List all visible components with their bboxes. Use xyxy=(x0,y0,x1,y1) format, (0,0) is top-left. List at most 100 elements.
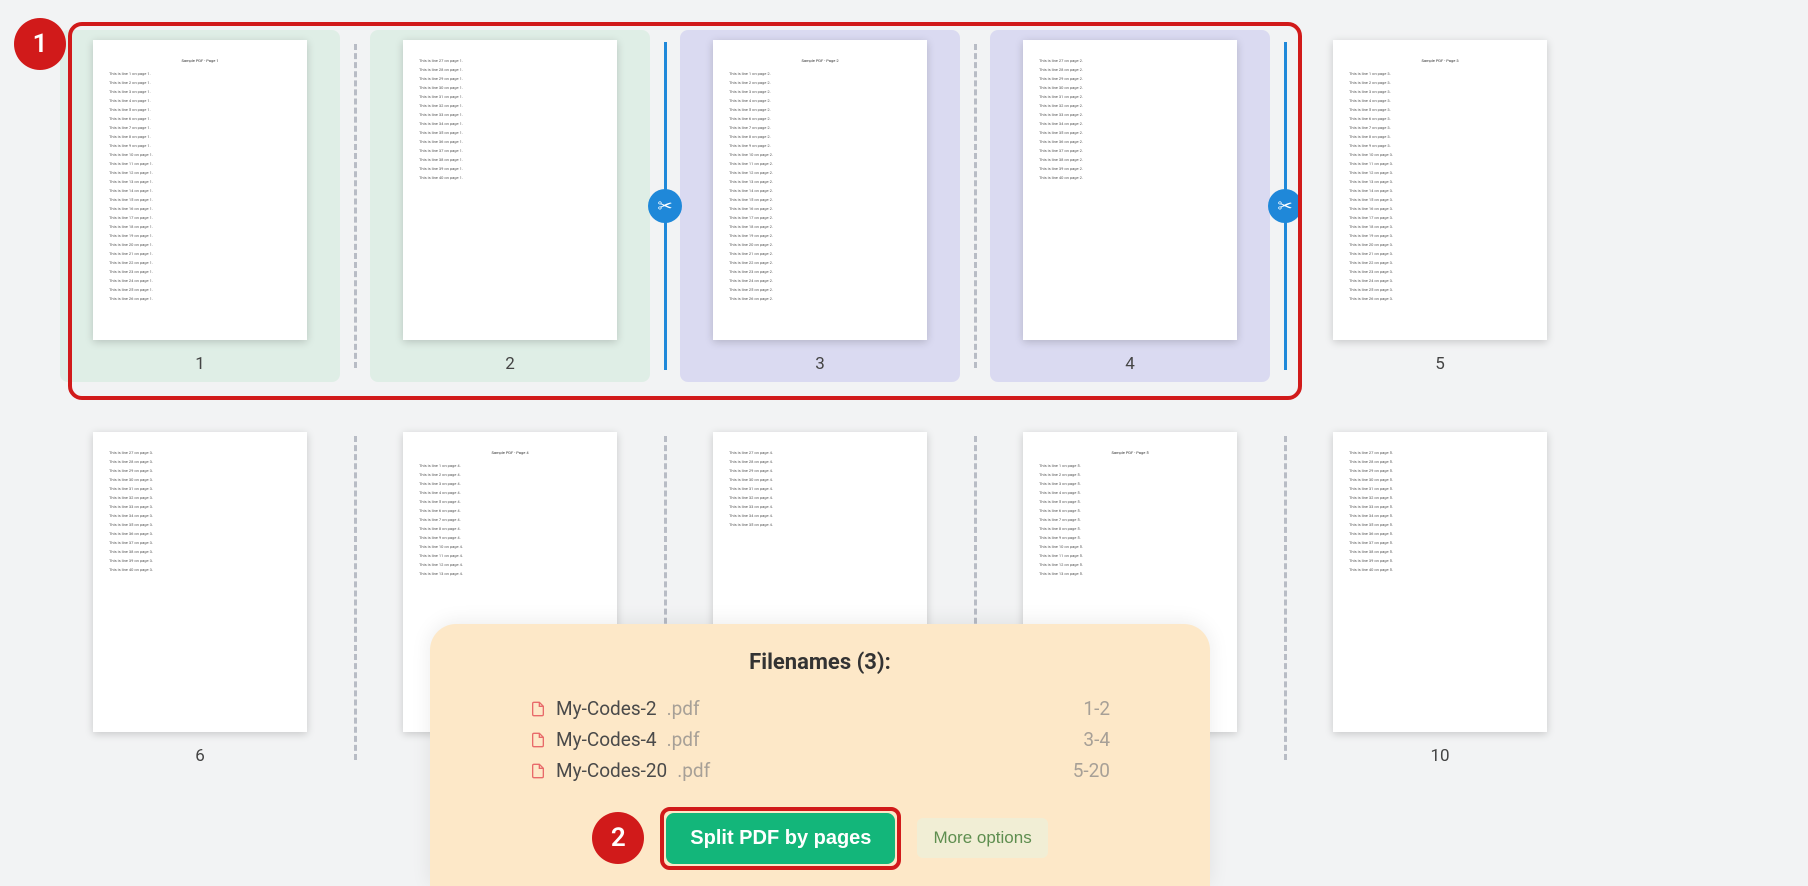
thumb-text-line: This is line 34 on page 2. xyxy=(1039,121,1221,126)
thumb-text-line: This is line 35 on page 4. xyxy=(729,522,911,527)
thumb-text-line: This is line 13 on page 1. xyxy=(109,179,291,184)
page-slot-3[interactable]: Sample PDF - Page 2 This is line 1 on pag… xyxy=(680,30,960,382)
thumb-text-line: This is line 32 on page 3. xyxy=(109,495,291,500)
thumb-text-line: This is line 4 on page 1. xyxy=(109,98,291,103)
file-page-range: 3-4 xyxy=(1083,728,1110,751)
thumb-text-line: This is line 31 on page 3. xyxy=(109,486,291,491)
thumb-text-line: This is line 24 on page 3. xyxy=(1349,278,1531,283)
thumb-text-line: This is line 10 on page 5. xyxy=(1039,544,1221,549)
page-number-label: 2 xyxy=(505,354,515,374)
thumb-text-line: This is line 40 on page 2. xyxy=(1039,175,1221,180)
thumb-text-line: This is line 34 on page 4. xyxy=(729,513,911,518)
thumb-text-line: This is line 40 on page 5. xyxy=(1349,567,1531,572)
thumb-text-line: This is line 21 on page 2. xyxy=(729,251,911,256)
page-thumbnail[interactable]: Sample PDF - Page 1This is line 1 on pag… xyxy=(93,40,307,340)
filenames-panel: Filenames (3): My-Codes-2.pdf1-2My-Codes… xyxy=(430,624,1210,886)
thumb-text-line: This is line 28 on page 5. xyxy=(1349,459,1531,464)
file-extension: .pdf xyxy=(677,759,710,782)
split-divider[interactable] xyxy=(960,30,990,382)
thumb-text-line: This is line 5 on page 5. xyxy=(1039,499,1221,504)
thumb-text-line: This is line 25 on page 3. xyxy=(1349,287,1531,292)
thumb-text-line: This is line 7 on page 5. xyxy=(1039,517,1221,522)
thumb-text-line: This is line 5 on page 2. xyxy=(729,107,911,112)
thumb-text-line: This is line 29 on page 3. xyxy=(109,468,291,473)
page-number-label: 4 xyxy=(1125,354,1135,374)
page-thumbnail[interactable]: Sample PDF - Page 2 This is line 1 on pag… xyxy=(713,40,927,340)
thumb-text-line: This is line 34 on page 1. xyxy=(419,121,601,126)
file-name: My-Codes-20 xyxy=(556,759,667,782)
thumb-text-line: This is line 16 on page 1. xyxy=(109,206,291,211)
thumb-text-line: This is line 12 on page 4. xyxy=(419,562,601,567)
split-divider[interactable] xyxy=(1270,422,1300,774)
page-number-label: 3 xyxy=(815,354,825,374)
thumb-text-line: This is line 17 on page 1. xyxy=(109,215,291,220)
thumb-text-line: This is line 37 on page 1. xyxy=(419,148,601,153)
split-divider[interactable] xyxy=(340,422,370,774)
thumb-text-line: This is line 35 on page 2. xyxy=(1039,130,1221,135)
thumb-text-line: This is line 33 on page 4. xyxy=(729,504,911,509)
page-thumbnail[interactable]: This is line 27 on page 1.This is line 2… xyxy=(403,40,617,340)
page-thumbnail[interactable]: This is line 27 on page 3.This is line 2… xyxy=(93,432,307,732)
thumb-text-line: This is line 33 on page 3. xyxy=(109,504,291,509)
thumb-text-line: This is line 30 on page 5. xyxy=(1349,477,1531,482)
file-row: My-Codes-2.pdf1-2 xyxy=(530,693,1110,724)
thumb-text-line: This is line 7 on page 3. xyxy=(1349,125,1531,130)
page-slot-10[interactable]: This is line 27 on page 5.This is line 2… xyxy=(1300,422,1580,774)
page-slot-4[interactable]: This is line 27 on page 2.This is line 2… xyxy=(990,30,1270,382)
thumb-text-line: This is line 27 on page 2. xyxy=(1039,58,1221,63)
thumb-text-line: This is line 4 on page 2. xyxy=(729,98,911,103)
page-slot-1[interactable]: Sample PDF - Page 1This is line 1 on pag… xyxy=(60,30,340,382)
thumb-text-line: This is line 36 on page 2. xyxy=(1039,139,1221,144)
thumb-text-line: This is line 2 on page 1. xyxy=(109,80,291,85)
split-pdf-button[interactable]: Split PDF by pages xyxy=(666,813,895,864)
page-thumbnail[interactable]: This is line 27 on page 5.This is line 2… xyxy=(1333,432,1547,732)
more-options-button[interactable]: More options xyxy=(917,818,1047,858)
page-thumbnail[interactable]: This is line 27 on page 2.This is line 2… xyxy=(1023,40,1237,340)
thumb-text-line: This is line 35 on page 5. xyxy=(1349,522,1531,527)
thumb-text-line: This is line 1 on page 2. xyxy=(729,71,911,76)
thumb-text-line: This is line 3 on page 3. xyxy=(1349,89,1531,94)
thumb-text-line: This is line 19 on page 3. xyxy=(1349,233,1531,238)
thumb-title: Sample PDF - Page 2 xyxy=(729,58,911,63)
page-number-label: 10 xyxy=(1430,746,1449,766)
page-slot-6[interactable]: This is line 27 on page 3.This is line 2… xyxy=(60,422,340,774)
thumb-text-line: This is line 8 on page 4. xyxy=(419,526,601,531)
thumb-text-line: This is line 9 on page 1. xyxy=(109,143,291,148)
thumb-text-line: This is line 39 on page 1. xyxy=(419,166,601,171)
thumb-text-line: This is line 38 on page 5. xyxy=(1349,549,1531,554)
thumb-text-line: This is line 32 on page 1. xyxy=(419,103,601,108)
thumb-text-line: This is line 18 on page 1. xyxy=(109,224,291,229)
thumb-text-line: This is line 21 on page 3. xyxy=(1349,251,1531,256)
thumb-text-line: This is line 30 on page 2. xyxy=(1039,85,1221,90)
split-divider[interactable] xyxy=(340,30,370,382)
scissors-icon[interactable]: ✂ xyxy=(1268,189,1302,223)
thumb-text-line: This is line 6 on page 5. xyxy=(1039,508,1221,513)
file-name: My-Codes-4 xyxy=(556,728,657,751)
thumb-text-line: This is line 8 on page 2. xyxy=(729,134,911,139)
file-page-range: 5-20 xyxy=(1073,759,1110,782)
thumb-text-line: This is line 20 on page 2. xyxy=(729,242,911,247)
thumb-text-line: This is line 18 on page 3. xyxy=(1349,224,1531,229)
split-divider-active[interactable]: ✂ xyxy=(650,30,680,382)
page-thumbnail[interactable]: Sample PDF - Page 3This is line 1 on pag… xyxy=(1333,40,1547,340)
thumb-text-line: This is line 2 on page 3. xyxy=(1349,80,1531,85)
panel-actions: 2 Split PDF by pages More options xyxy=(470,812,1170,864)
page-slot-2[interactable]: This is line 27 on page 1.This is line 2… xyxy=(370,30,650,382)
thumb-text-line: This is line 28 on page 1. xyxy=(419,67,601,72)
thumb-text-line: This is line 37 on page 2. xyxy=(1039,148,1221,153)
thumb-title: Sample PDF - Page 4 xyxy=(419,450,601,455)
scissors-icon[interactable]: ✂ xyxy=(648,189,682,223)
split-divider-active[interactable]: ✂ xyxy=(1270,30,1300,382)
file-page-range: 1-2 xyxy=(1083,697,1110,720)
thumb-text-line: This is line 10 on page 1. xyxy=(109,152,291,157)
thumb-text-line: This is line 9 on page 3. xyxy=(1349,143,1531,148)
thumb-text-line: This is line 1 on page 5. xyxy=(1039,463,1221,468)
thumb-text-line: This is line 38 on page 2. xyxy=(1039,157,1221,162)
thumb-text-line: This is line 35 on page 3. xyxy=(109,522,291,527)
thumb-text-line: This is line 2 on page 4. xyxy=(419,472,601,477)
thumb-text-line: This is line 30 on page 3. xyxy=(109,477,291,482)
thumb-text-line: This is line 17 on page 2. xyxy=(729,215,911,220)
thumb-text-line: This is line 10 on page 2. xyxy=(729,152,911,157)
thumb-text-line: This is line 24 on page 1. xyxy=(109,278,291,283)
page-slot-5[interactable]: Sample PDF - Page 3This is line 1 on pag… xyxy=(1300,30,1580,382)
